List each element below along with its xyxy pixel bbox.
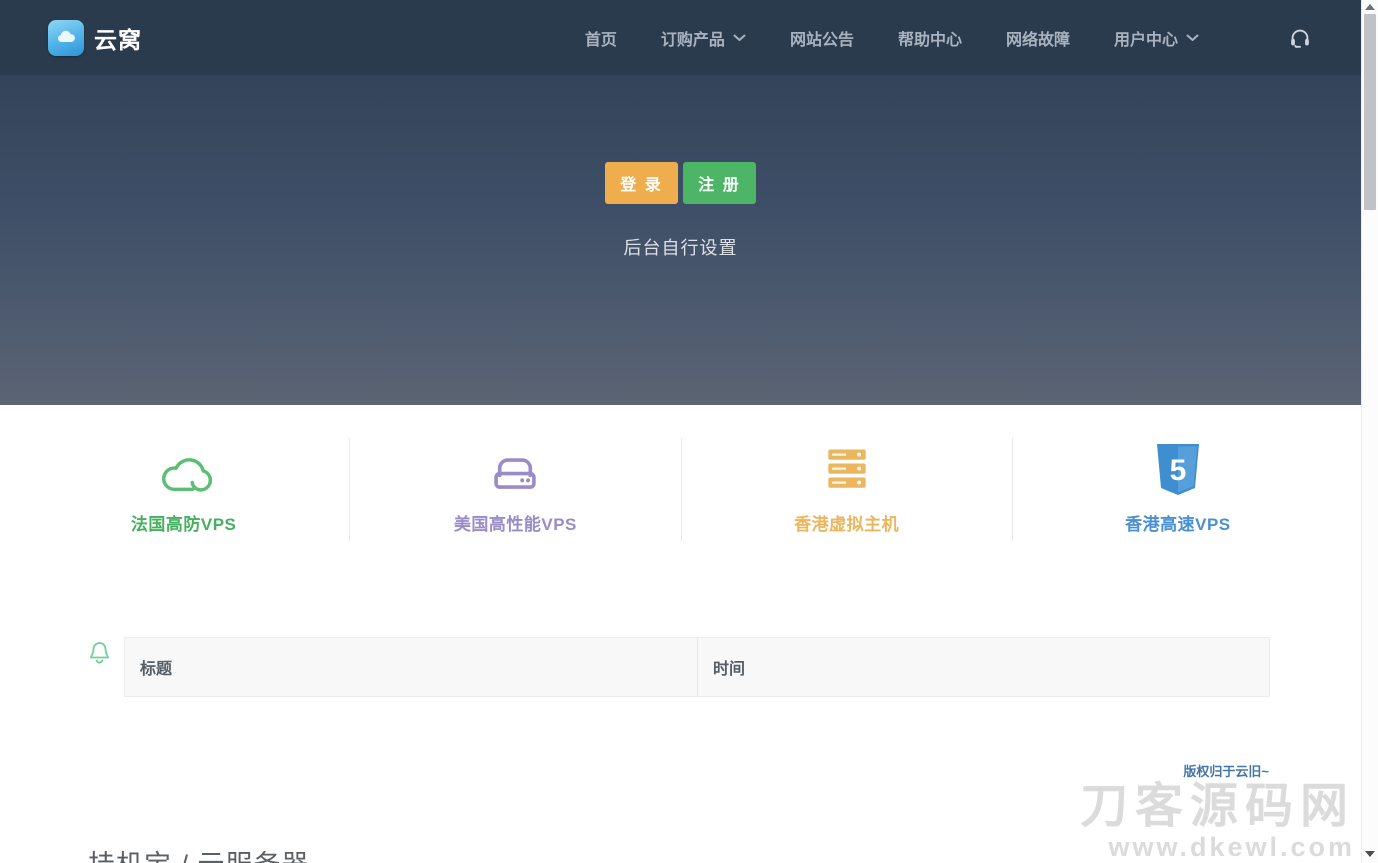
nav-item-products[interactable]: 订购产品 bbox=[661, 26, 746, 50]
headset-icon bbox=[1287, 25, 1313, 51]
feature-label: 法国高防VPS bbox=[131, 510, 237, 535]
scrollbar-down-arrow-icon[interactable] bbox=[1365, 851, 1375, 857]
navbar: 云窝 首页 订购产品 网站公告 帮助中心 网络故障 用户中心 bbox=[0, 0, 1361, 75]
hero-subtitle: 后台自行设置 bbox=[0, 234, 1361, 260]
column-header-title: 标题 bbox=[125, 655, 697, 679]
features-row: 法国高防VPS 美国高性能VPS bbox=[0, 405, 1361, 541]
register-button[interactable]: 注 册 bbox=[683, 162, 756, 204]
support-headset-button[interactable] bbox=[1287, 25, 1313, 51]
cloud-vps-icon bbox=[153, 442, 215, 498]
watermark-site-name: 刀客源码网 bbox=[1080, 782, 1355, 832]
nav-item-help[interactable]: 帮助中心 bbox=[898, 26, 962, 50]
nav-item-label: 首页 bbox=[585, 26, 617, 50]
cloud-logo-icon bbox=[48, 20, 84, 56]
feature-hk-vps[interactable]: 5 香港高速VPS bbox=[1012, 438, 1343, 541]
brand-name: 云窝 bbox=[94, 21, 142, 55]
nav-item-network-status[interactable]: 网络故障 bbox=[1006, 26, 1070, 50]
server-stack-icon bbox=[817, 442, 877, 498]
drive-icon bbox=[486, 442, 544, 498]
column-header-time: 时间 bbox=[697, 638, 1269, 696]
feature-label: 香港虚拟主机 bbox=[794, 510, 899, 535]
feature-france-vps[interactable]: 法国高防VPS bbox=[18, 438, 349, 541]
nav-item-user-center[interactable]: 用户中心 bbox=[1114, 26, 1199, 50]
svg-text:5: 5 bbox=[1170, 454, 1187, 487]
hero-buttons: 登 录 注 册 bbox=[0, 75, 1361, 204]
scrollbar-up-arrow-icon[interactable] bbox=[1365, 4, 1375, 10]
watermark-url: www.dkewl.com bbox=[1080, 833, 1355, 861]
nav-item-label: 订购产品 bbox=[661, 26, 725, 50]
nav-item-home[interactable]: 首页 bbox=[585, 26, 617, 50]
page: 云窝 首页 订购产品 网站公告 帮助中心 网络故障 用户中心 bbox=[0, 0, 1361, 863]
feature-label: 美国高性能VPS bbox=[454, 510, 577, 535]
bell-icon bbox=[88, 639, 111, 671]
feature-usa-vps[interactable]: 美国高性能VPS bbox=[349, 438, 680, 541]
nav-item-announcements[interactable]: 网站公告 bbox=[790, 26, 854, 50]
next-section-heading: 挂机宝 / 云服务器 bbox=[88, 843, 310, 863]
announcements-section: 标题 时间 bbox=[0, 637, 1361, 697]
feature-hk-hosting[interactable]: 香港虚拟主机 bbox=[681, 438, 1012, 541]
logo[interactable]: 云窝 bbox=[48, 20, 142, 56]
nav-item-label: 用户中心 bbox=[1114, 26, 1178, 50]
watermark: 刀客源码网 www.dkewl.com bbox=[1080, 782, 1355, 861]
feature-label: 香港高速VPS bbox=[1125, 510, 1231, 535]
chevron-down-icon bbox=[1186, 34, 1199, 42]
announcements-table: 标题 时间 bbox=[124, 637, 1270, 697]
html5-shield-icon: 5 bbox=[1153, 442, 1203, 498]
announcements-table-header: 标题 时间 bbox=[125, 638, 1269, 696]
hero-section: 登 录 注 册 后台自行设置 bbox=[0, 75, 1361, 405]
scrollbar-thumb[interactable] bbox=[1364, 14, 1376, 210]
nav-item-label: 帮助中心 bbox=[898, 26, 962, 50]
nav-item-label: 网络故障 bbox=[1006, 26, 1070, 50]
nav-item-label: 网站公告 bbox=[790, 26, 854, 50]
login-button[interactable]: 登 录 bbox=[605, 162, 678, 204]
chevron-down-icon bbox=[733, 34, 746, 42]
nav-menu: 首页 订购产品 网站公告 帮助中心 网络故障 用户中心 bbox=[585, 25, 1313, 51]
copyright-link[interactable]: 版权归于云旧~ bbox=[0, 761, 1361, 780]
scrollbar[interactable] bbox=[1361, 0, 1378, 863]
